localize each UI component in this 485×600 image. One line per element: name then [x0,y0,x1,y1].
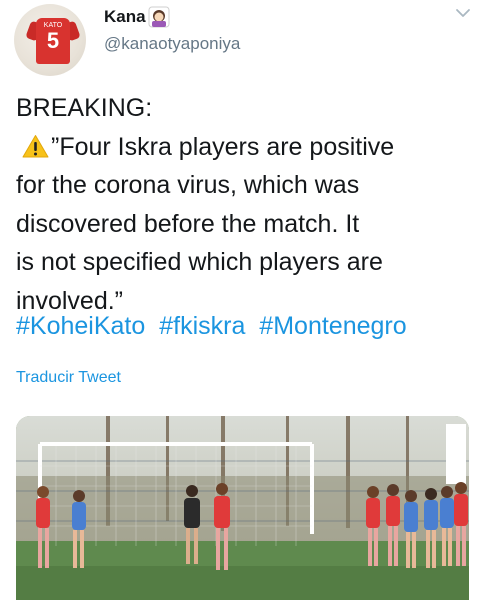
author-handle[interactable]: @kanaotyaponiya [104,34,240,54]
tweet-header: KATO 5 Kana @kanaotyaponiya [0,0,485,78]
author-display-name[interactable]: Kana [104,6,170,28]
chevron-down-icon[interactable] [454,6,472,20]
football-match-photo [16,416,469,600]
tweet-media-image[interactable] [16,416,469,600]
woman-emoji-icon [148,6,170,28]
tweet-line: for the corona virus, which was [16,171,360,199]
translate-tweet-link[interactable]: Traducir Tweet [16,369,121,387]
avatar[interactable]: KATO 5 [14,4,86,76]
jersey-number: 5 [46,28,60,53]
author-name-text: Kana [104,7,146,26]
tweet-line: is not specified which players are [16,248,383,276]
hashtag-link[interactable]: #fkiskra [159,312,245,340]
tweet-body: BREAKING: ”Four Iskra players are positi… [16,89,478,320]
tweet-line-text: ”Four Iskra players are positive [51,132,395,161]
tweet-line: ”Four Iskra players are positive [16,128,478,167]
hashtag-link[interactable]: #Montenegro [259,312,406,340]
tweet-line: BREAKING: [16,94,153,122]
hashtag-link[interactable]: #KoheiKato [16,312,145,340]
tweet-line: discovered before the match. It [16,209,360,238]
warning-icon [22,134,49,157]
hashtag-row: #KoheiKato #fkiskra #Montenegro [16,312,414,341]
